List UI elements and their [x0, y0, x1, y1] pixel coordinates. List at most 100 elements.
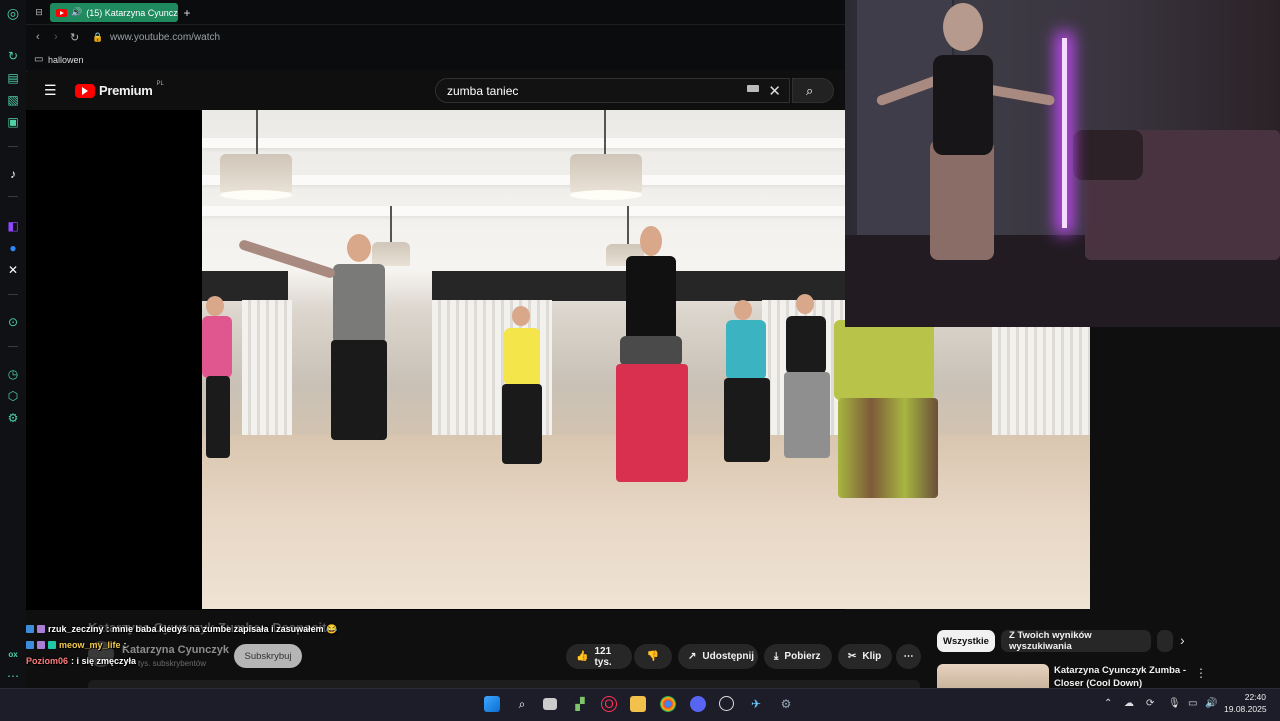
chevron-right-icon[interactable]: ›	[1180, 632, 1185, 648]
recommended-title-line2[interactable]: Closer (Cool Down)	[1054, 678, 1142, 688]
speaker-icon[interactable]: 🔊	[71, 7, 82, 18]
chip-from-search[interactable]: Z Twoich wyników wyszukiwania	[1001, 630, 1151, 652]
gx-mods-icon[interactable]: ▣	[5, 114, 21, 130]
youtube-logo[interactable]: Premium PL	[75, 81, 164, 98]
bookmark-hallowen[interactable]: hallowen	[48, 55, 84, 65]
app-icon-2[interactable]: ✈	[748, 696, 764, 712]
clip-label: Klip	[862, 651, 882, 662]
share-button[interactable]: ↗ Udostępnij	[678, 644, 758, 669]
chat-username: Poziom06	[26, 656, 69, 666]
sub-badge-icon	[26, 625, 34, 633]
youtube-play-icon	[75, 83, 95, 98]
subscriber-count: tys. subskrybentów	[138, 659, 207, 668]
player-icon[interactable]: ⊙	[5, 314, 21, 330]
chip-all[interactable]: Wszystkie	[937, 630, 995, 652]
tab-bar: ⊟ 🔊 (15) Katarzyna Cyuncz +	[26, 0, 845, 24]
lamp-glow	[570, 190, 642, 200]
tray-cloud-icon[interactable]: ☁	[1124, 698, 1134, 709]
history-icon[interactable]: ◷	[5, 366, 21, 382]
new-tab-button[interactable]: +	[181, 3, 193, 22]
obs-icon[interactable]	[719, 696, 734, 711]
news-icon[interactable]: ▧	[5, 92, 21, 108]
chat-text: : mnie baba kiedyś na zumbe zapisała i z…	[106, 623, 338, 634]
chrome-icon[interactable]	[660, 696, 676, 712]
reload-icon[interactable]: ↻	[70, 31, 79, 44]
streamer-arm	[984, 83, 1056, 107]
refresh-icon[interactable]: ↻	[5, 48, 21, 64]
like-button[interactable]: 👍 121 tys.	[566, 644, 632, 669]
sidebar-divider	[8, 146, 18, 147]
youtube-favicon-icon	[56, 8, 67, 17]
chat-message: meow_my_life :	[26, 638, 127, 652]
microphone-icon[interactable]: 🎙	[1168, 698, 1181, 709]
file-explorer-icon[interactable]	[630, 696, 646, 712]
tiktok-icon[interactable]: ♪	[5, 166, 21, 182]
tray-app-icon[interactable]: ⟳	[1146, 698, 1154, 709]
sidebar-divider	[8, 294, 18, 295]
sidebar-divider	[8, 196, 18, 197]
bookmarks-bar: ▭ hallowen	[26, 50, 845, 70]
lamp-cord	[390, 206, 392, 244]
subscribe-button[interactable]: Subskrybuj	[234, 644, 302, 668]
download-icon: ⤓	[774, 651, 779, 662]
volume-icon[interactable]: 🔊	[1205, 698, 1217, 709]
search-taskbar-icon[interactable]: ⌕	[514, 696, 530, 712]
opera-gx-logo-icon[interactable]: ◎	[5, 5, 21, 21]
more-icon[interactable]: ⋯	[5, 668, 21, 684]
lamp-cord	[604, 110, 606, 154]
share-label: Udostępnij	[702, 651, 755, 662]
opera-gx-taskbar-icon[interactable]: O	[601, 696, 617, 712]
tab-youtube[interactable]: 🔊 (15) Katarzyna Cyuncz	[50, 3, 178, 22]
tray-chevron-icon[interactable]: ⌃	[1104, 698, 1112, 709]
streamer-body	[933, 55, 993, 155]
settings-taskbar-icon[interactable]: ⚙	[778, 696, 794, 712]
search-icon: ⌕	[806, 83, 814, 98]
workspaces-icon[interactable]: ⊟	[32, 3, 46, 22]
extensions-icon[interactable]: ⬡	[5, 388, 21, 404]
channel-name[interactable]: Katarzyna Cyunczyk	[122, 644, 229, 656]
recommended-title[interactable]: Katarzyna Cyunczyk Zumba -	[1054, 665, 1186, 676]
tab-title: (15) Katarzyna Cyuncz	[86, 7, 178, 18]
webcam-overlay	[845, 0, 1280, 327]
description-box[interactable]	[88, 680, 920, 688]
recommended-more-icon[interactable]: ⋮	[1195, 666, 1207, 680]
bits-badge-icon	[37, 641, 45, 649]
clock-time[interactable]: 22:40	[1240, 692, 1266, 702]
x-twitter-icon[interactable]: ✕	[5, 262, 21, 278]
streamer-legs	[930, 140, 994, 260]
search-input[interactable]: zumba taniec ✕	[435, 78, 790, 103]
neon-lamp	[1062, 38, 1067, 228]
forward-icon[interactable]: ›	[54, 31, 58, 43]
address-bar: ‹ › ↻ 🔒 www.youtube.com/watch	[26, 24, 845, 51]
back-icon[interactable]: ‹	[36, 31, 40, 43]
app-icon[interactable]: ▞	[572, 696, 588, 712]
window-curtain	[242, 300, 292, 445]
search-button[interactable]: ⌕	[792, 78, 834, 103]
url-field[interactable]: www.youtube.com/watch	[110, 32, 220, 43]
download-button[interactable]: ⤓ Pobierz	[764, 644, 832, 669]
dislike-button[interactable]: 👎	[634, 644, 672, 669]
thumbs-up-icon: 👍	[576, 651, 589, 662]
more-actions-button[interactable]: ⋯	[896, 644, 921, 669]
clear-search-icon[interactable]: ✕	[768, 82, 781, 100]
recommended-thumbnail[interactable]	[937, 664, 1049, 688]
streamer-head	[943, 3, 983, 51]
settings-gear-icon[interactable]: ⚙	[5, 410, 21, 426]
task-view-icon[interactable]	[543, 698, 557, 710]
premium-label: Premium	[99, 83, 153, 98]
keyboard-icon[interactable]	[747, 85, 759, 92]
chip-partial[interactable]	[1157, 630, 1173, 652]
messenger-icon[interactable]: ●	[5, 240, 21, 256]
shop-icon[interactable]: ▤	[5, 70, 21, 86]
clip-button[interactable]: ✂ Klip	[838, 644, 892, 669]
network-icon[interactable]: ▭	[1188, 698, 1197, 709]
discord-icon[interactable]	[690, 696, 706, 712]
menu-hamburger-icon[interactable]: ☰	[44, 82, 57, 99]
search-query: zumba taniec	[447, 83, 519, 98]
share-icon: ↗	[688, 651, 697, 662]
clock-date[interactable]: 19.08.2025	[1224, 704, 1267, 714]
right-panel	[1090, 327, 1280, 609]
sub-badge-icon	[26, 641, 34, 649]
windows-start-icon[interactable]	[484, 696, 500, 712]
twitch-icon[interactable]: ◧	[5, 218, 21, 234]
